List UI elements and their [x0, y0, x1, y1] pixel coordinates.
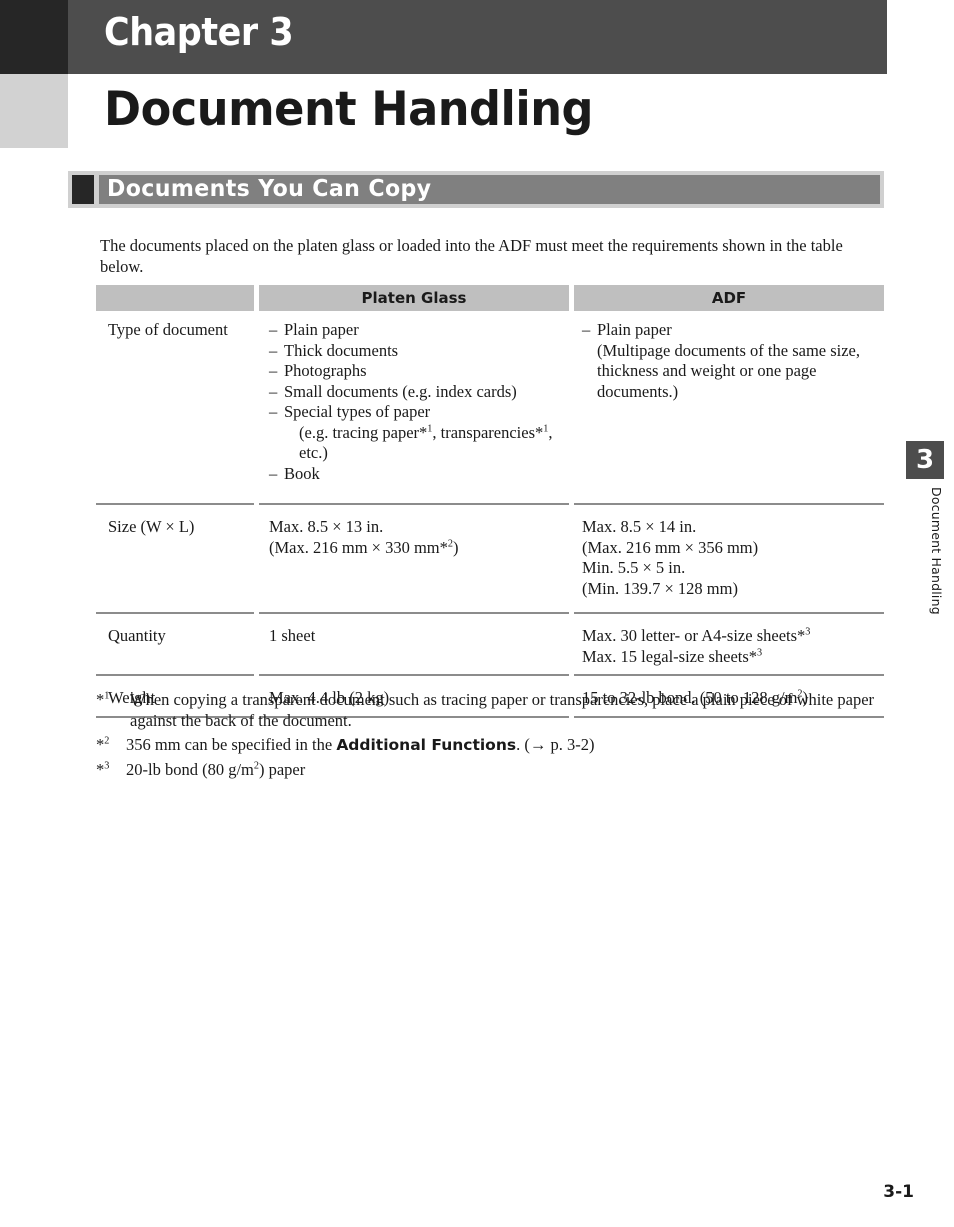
section-heading-text: Documents You Can Copy	[107, 176, 432, 202]
footnote-2: *2 356 mm can be specified in the Additi…	[96, 735, 886, 756]
row-value-adf-type: – Plain paper (Multipage documents of the…	[582, 320, 884, 402]
chapter-title: Document Handling	[104, 82, 594, 137]
list-item-label: Thick documents	[284, 340, 399, 360]
value-line: Max. 30 letter- or A4-size sheets*3	[582, 626, 811, 645]
list-item-label: Plain paper	[597, 320, 672, 339]
value-line: (Max. 216 mm × 356 mm)	[582, 537, 759, 557]
dash-icon: –	[269, 402, 278, 421]
footnote-text-before: 356 mm can be specified in the	[126, 735, 337, 754]
header-corner-dark-block	[0, 0, 68, 74]
table-row: Size (W × L) Max. 8.5 × 13 in. (Max. 216…	[96, 517, 884, 612]
row-label-quantity: Quantity	[108, 626, 166, 645]
table-row: Type of document – Plain paper – Thick doc…	[96, 320, 884, 503]
table-row: Quantity 1 sheet Max. 30 letter- or A4-s…	[96, 626, 884, 674]
footnote-ref-3: 3	[757, 647, 763, 658]
adf-type-list: – Plain paper (Multipage documents of the…	[582, 320, 884, 402]
list-item-sub-line: documents.)	[597, 381, 679, 401]
dash-icon: –	[582, 320, 591, 339]
footnote-marker: *3	[96, 759, 110, 779]
footnote-ref-2: 2	[447, 538, 453, 549]
list-item: – Photographs	[269, 361, 569, 382]
list-item-sub-line: etc.)	[299, 443, 328, 462]
chapter-bar: Chapter 3	[68, 0, 887, 74]
list-item-label: Book	[284, 463, 320, 483]
footnotes: *1 When copying a transparent document s…	[96, 690, 886, 784]
side-chapter-tab: 3 Document Handling	[906, 441, 944, 615]
table-header-cell-blank	[96, 285, 254, 311]
dash-icon: –	[269, 320, 278, 339]
list-item-label: Photographs	[284, 361, 367, 380]
footnote-marker-number: 3	[104, 760, 110, 771]
value-line: 1 sheet	[269, 626, 316, 645]
dash-icon: –	[269, 381, 278, 401]
footnote-ref-1: 1	[543, 423, 549, 434]
list-item: – Plain paper (Multipage documents of the…	[582, 320, 884, 402]
footnote-ref-3: 3	[805, 626, 811, 638]
row-label-type-of-document: Type of document	[108, 320, 228, 339]
section-marker-square	[72, 175, 94, 204]
dash-icon: –	[269, 340, 278, 360]
footnote-marker: *1	[96, 690, 110, 709]
footnote-marker: *2	[96, 735, 110, 754]
footnote-1: *1 When copying a transparent document s…	[96, 690, 886, 731]
table-rule	[96, 674, 884, 676]
footnote-ref-1: 1	[427, 423, 433, 434]
value-line: (Min. 139.7 × 128 mm)	[582, 578, 738, 598]
list-item-sub-line: (Multipage documents of the same size,	[597, 340, 861, 360]
section-heading: Documents You Can Copy	[68, 171, 884, 208]
value-line: (Max. 216 mm × 330 mm*2)	[269, 537, 459, 557]
value-line: Max. 8.5 × 14 in.	[582, 517, 697, 536]
footnote-bold-term: Additional Functions	[336, 736, 517, 754]
side-tab-label: Document Handling	[929, 487, 944, 615]
table-rule	[96, 612, 884, 614]
row-value-platen-size: Max. 8.5 × 13 in. (Max. 216 mm × 330 mm*…	[269, 517, 569, 558]
dash-icon: –	[269, 361, 278, 380]
intro-paragraph: The documents placed on the platen glass…	[100, 235, 843, 276]
table-rule	[96, 503, 884, 505]
footnote-text: When copying a transparent document such…	[130, 690, 875, 730]
platen-type-list: – Plain paper – Thick documents – Photograp…	[269, 320, 569, 484]
header-corner-light-block	[0, 74, 68, 148]
chapter-header: Chapter 3 Document Handling	[0, 0, 954, 148]
table-header-cell-platen-glass: Platen Glass	[259, 285, 569, 311]
list-item: – Small documents (e.g. index cards)	[269, 382, 569, 403]
dash-icon: –	[269, 463, 278, 483]
footnote-marker-number: 1	[104, 690, 110, 702]
section-heading-bar: Documents You Can Copy	[99, 175, 880, 204]
list-item: – Thick documents	[269, 341, 569, 362]
table-header-cell-adf: ADF	[574, 285, 884, 311]
specifications-table: Platen Glass ADF Type of document – Plain…	[96, 285, 884, 718]
table-header-row: Platen Glass ADF	[96, 285, 884, 311]
page-number: 3-1	[883, 1182, 914, 1202]
side-tab-number: 3	[906, 441, 944, 479]
list-item: – Book	[269, 464, 569, 485]
row-value-adf-size: Max. 8.5 × 14 in. (Max. 216 mm × 356 mm)…	[582, 517, 884, 599]
row-value-platen-type: – Plain paper – Thick documents – Photograp…	[269, 320, 569, 484]
list-item: – Special types of paper (e.g. tracing pa…	[269, 402, 569, 464]
list-item-label: Special types of paper	[284, 402, 431, 421]
list-item-label: Small documents (e.g. index cards)	[284, 381, 517, 401]
list-item-sub-line: (e.g. tracing paper*1, transparencies*1,	[299, 422, 553, 442]
footnote-text: 20-lb bond (80 g/m2) paper	[126, 759, 306, 779]
row-value-platen-quantity: 1 sheet	[269, 626, 569, 647]
footnote-marker-number: 2	[104, 735, 110, 747]
value-line: Max. 15 legal-size sheets*3	[582, 646, 763, 666]
row-label-size: Size (W × L)	[108, 517, 195, 536]
row-value-adf-quantity: Max. 30 letter- or A4-size sheets*3 Max.…	[582, 626, 884, 667]
superscript-squared: 2	[253, 760, 259, 771]
footnote-3: *3 20-lb bond (80 g/m2) paper	[96, 760, 886, 781]
value-line: Max. 8.5 × 13 in.	[269, 517, 384, 536]
chapter-label: Chapter 3	[104, 10, 294, 54]
list-item: – Plain paper	[269, 320, 569, 341]
value-line: Min. 5.5 × 5 in.	[582, 558, 686, 577]
list-item-label: Plain paper	[284, 320, 359, 339]
list-item-sub-line: thickness and weight or one page	[597, 361, 817, 380]
footnote-text-after: . (→ p. 3-2)	[516, 735, 595, 754]
